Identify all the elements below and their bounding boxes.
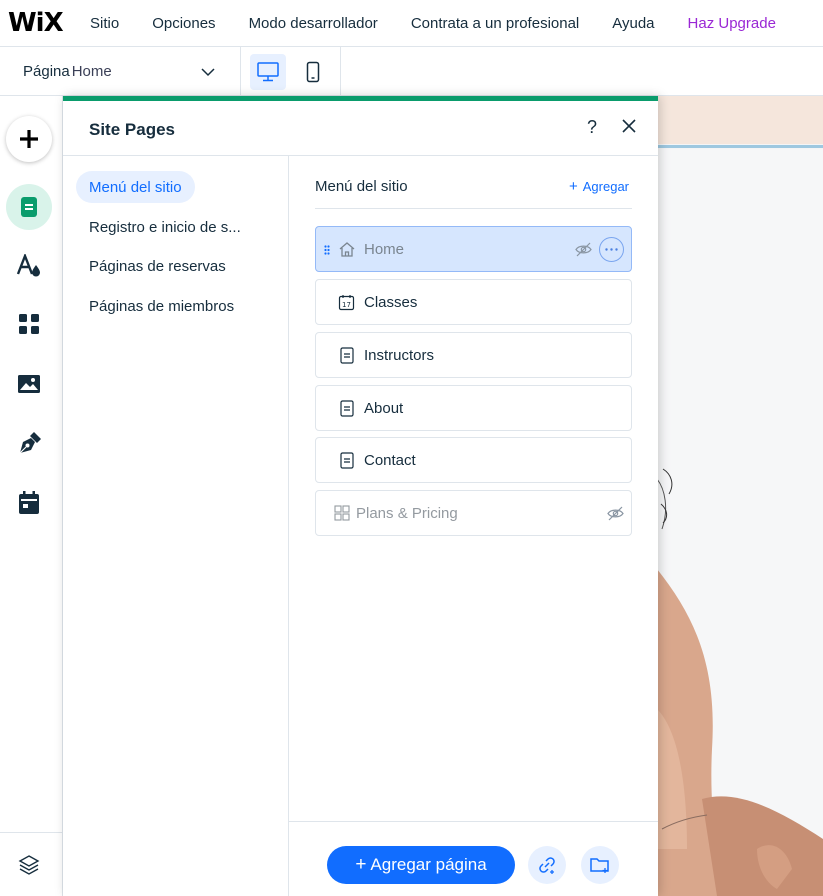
category-paginas-reservas[interactable]: Páginas de reservas: [76, 250, 239, 282]
plans-icon: [334, 505, 350, 521]
page-item-classes[interactable]: 17 Classes: [315, 279, 632, 325]
page-icon: [340, 452, 354, 469]
svg-text:17: 17: [342, 301, 351, 309]
page-item-home[interactable]: Home: [315, 226, 632, 272]
mobile-icon: [306, 61, 320, 83]
add-page-label: Agregar página: [370, 855, 487, 874]
menu-ayuda[interactable]: Ayuda: [612, 15, 654, 32]
pages-list: Menú del sitio + Agregar Home 17 Classes…: [289, 156, 658, 821]
page-selector-value: Home: [71, 63, 112, 80]
hero-image: [657, 149, 823, 896]
home-icon: [339, 242, 355, 257]
more-actions-button[interactable]: [599, 237, 624, 262]
page-icon: [340, 400, 354, 417]
page-selector[interactable]: Página Home: [0, 47, 241, 96]
menu-opciones[interactable]: Opciones: [152, 15, 215, 32]
menu-modo-desarrollador[interactable]: Modo desarrollador: [249, 15, 378, 32]
layers-icon: [18, 855, 40, 875]
plus-icon: +: [569, 178, 578, 195]
desktop-view-button[interactable]: [250, 54, 286, 90]
pages-menu-button[interactable]: [6, 184, 52, 230]
add-menu-item-button[interactable]: + Agregar: [569, 178, 629, 195]
page-selector-label: Página: [23, 63, 70, 80]
pages-icon: [21, 197, 37, 217]
media-icon: [18, 375, 40, 393]
site-canvas[interactable]: [657, 96, 823, 896]
add-elements-button[interactable]: [6, 116, 52, 162]
page-item-about[interactable]: About: [315, 385, 632, 431]
category-registro[interactable]: Registro e inicio de s...: [76, 211, 254, 243]
page-categories: Menú del sitio Registro e inicio de s...…: [63, 156, 289, 896]
site-pages-panel: Site Pages ? Menú del sitio Registro e i…: [63, 96, 658, 896]
link-icon: [539, 857, 555, 874]
bookings-button[interactable]: [6, 480, 52, 526]
page-name-home: Home: [364, 240, 405, 258]
mobile-view-button[interactable]: [295, 54, 331, 90]
top-menu: Sitio Opciones Modo desarrollador Contra…: [90, 15, 776, 32]
hero-figure-illustration: [657, 468, 823, 896]
add-link-button[interactable]: [528, 846, 566, 884]
blog-icon: [19, 432, 41, 454]
theme-button[interactable]: [6, 243, 52, 289]
calendar-icon: 17: [338, 295, 355, 311]
page-name-instructors: Instructors: [364, 346, 435, 364]
help-button[interactable]: ?: [587, 117, 597, 138]
list-title: Menú del sitio: [315, 178, 408, 195]
desktop-icon: [257, 62, 279, 82]
add-icon: [20, 130, 38, 148]
page-item-contact[interactable]: Contact: [315, 437, 632, 483]
add-menu-item-label: Agregar: [582, 179, 630, 194]
upgrade-link[interactable]: Haz Upgrade: [688, 15, 776, 32]
wix-logo[interactable]: WiX: [8, 8, 90, 38]
page-icon: [340, 347, 354, 364]
drag-handle-icon[interactable]: [324, 245, 330, 255]
folder-icon: [590, 858, 609, 873]
page-name-about: About: [364, 399, 404, 417]
menu-sitio[interactable]: Sitio: [90, 15, 119, 32]
canvas-header-band: [657, 96, 823, 144]
canvas-selection-line: [657, 145, 823, 148]
more-icon: [605, 248, 618, 251]
apps-button[interactable]: [6, 301, 52, 347]
add-page-button[interactable]: + Agregar página: [327, 846, 515, 884]
apps-icon: [19, 314, 39, 334]
blog-button[interactable]: [6, 421, 52, 467]
top-bar: WiX Sitio Opciones Modo desarrollador Co…: [0, 0, 823, 47]
bookings-icon: [19, 491, 39, 514]
hidden-eye-icon: [607, 506, 624, 521]
hidden-eye-icon: [575, 242, 592, 257]
page-name-plans-pricing: Plans & Pricing: [356, 504, 458, 522]
left-rail: [0, 96, 63, 896]
page-name-classes: Classes: [364, 293, 418, 311]
page-item-plans-pricing[interactable]: Plans & Pricing: [315, 490, 632, 536]
rail-divider: [0, 832, 63, 833]
panel-title: Site Pages: [89, 120, 175, 139]
close-icon[interactable]: [622, 119, 636, 133]
media-button[interactable]: [6, 361, 52, 407]
add-folder-button[interactable]: [581, 846, 619, 884]
panel-footer: + Agregar página: [289, 821, 658, 896]
category-menu-del-sitio[interactable]: Menú del sitio: [76, 171, 195, 203]
editor-toolbar: Página Home: [0, 47, 823, 96]
chevron-down-icon: [201, 68, 215, 77]
category-paginas-miembros[interactable]: Páginas de miembros: [76, 290, 247, 322]
page-item-instructors[interactable]: Instructors: [315, 332, 632, 378]
toolbar-divider: [340, 47, 341, 96]
list-divider: [315, 208, 632, 209]
theme-icon: [16, 254, 40, 277]
menu-contrata-profesional[interactable]: Contrata a un profesional: [411, 15, 579, 32]
panel-header: Site Pages ?: [63, 101, 658, 156]
plus-icon: +: [355, 854, 367, 875]
page-name-contact: Contact: [364, 451, 416, 469]
layers-button[interactable]: [6, 842, 52, 888]
